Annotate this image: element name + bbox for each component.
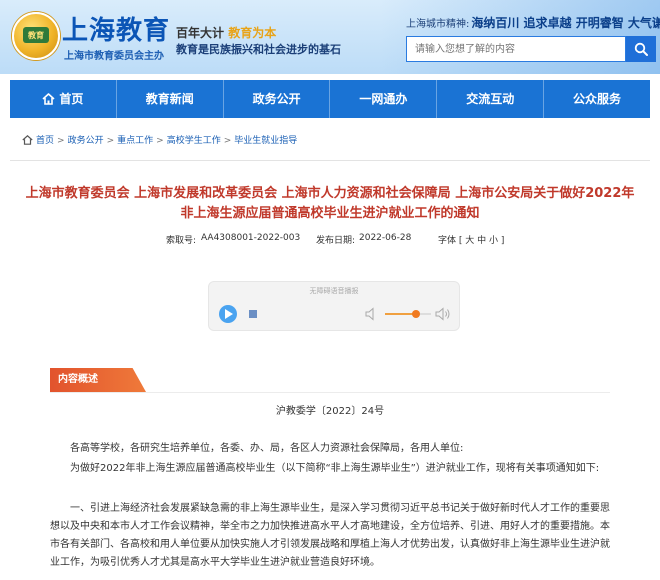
city-spirit-label: 上海城市精神: — [406, 19, 470, 30]
breadcrumb-item-home[interactable]: 首页 — [36, 136, 54, 146]
document-number: 沪教委学〔2022〕24号 — [275, 406, 385, 417]
breadcrumb: 首页 > 政务公开 > 重点工作 > 高校学生工作 > 毕业生就业指导 — [22, 133, 297, 146]
volume-handle[interactable] — [412, 310, 421, 318]
date-value: 2022-06-28 — [359, 233, 412, 243]
volume-low-icon — [365, 307, 374, 321]
font-size-switcher[interactable]: 字体 [ 大 中 小 ] — [438, 233, 504, 246]
volume-slider[interactable] — [385, 310, 431, 318]
breadcrumb-item-government-affairs[interactable]: 政务公开 — [68, 136, 104, 146]
city-spirit: 上海城市精神: 海纳百川 追求卓越 开明睿智 大气谦和 — [406, 14, 660, 31]
play-icon — [225, 309, 233, 319]
section-tag: 内容概述 — [50, 368, 146, 392]
site-subtitle: 上海市教育委员会主办 — [64, 51, 164, 62]
article-title: 上海市教育委员会 上海市发展和改革委员会 上海市人力资源和社会保障局 上海市公安… — [25, 186, 635, 221]
index-value: AA4308001-2022-003 — [201, 233, 301, 243]
nav-item-home[interactable]: 首页 — [10, 80, 117, 118]
breadcrumb-item-employment-guidance[interactable]: 毕业生就业指导 — [234, 136, 297, 146]
site-emblem-icon[interactable]: 教育 — [12, 12, 60, 60]
home-icon — [42, 93, 55, 105]
index-label: 索取号: — [166, 236, 197, 246]
breadcrumb-item-student-work[interactable]: 高校学生工作 — [167, 136, 221, 146]
breadcrumb-separator: > — [223, 136, 232, 146]
breadcrumb-item-key-work[interactable]: 重点工作 — [117, 136, 153, 146]
play-button[interactable] — [219, 305, 237, 323]
breadcrumb-separator: > — [156, 136, 164, 146]
search-box — [406, 36, 633, 62]
city-spirit-text: 海纳百川 追求卓越 开明睿智 大气谦和 — [471, 16, 660, 30]
site-header: 教育 上海教育 上海市教育委员会主办 百年大计 教育为本 教育是民族振兴和社会进… — [0, 0, 660, 74]
search-icon — [634, 42, 648, 56]
audio-player: 无障碍语音播报 — [208, 281, 460, 331]
slogan-line1: 百年大计 教育为本 — [176, 24, 276, 41]
breadcrumb-separator: > — [57, 136, 65, 146]
volume-high-icon — [435, 307, 450, 321]
nav-item-label: 首页 — [59, 92, 84, 106]
slogan-line2: 教育是民族振兴和社会进步的基石 — [176, 43, 341, 56]
emblem-text: 教育 — [23, 27, 49, 43]
nav-item-education-news[interactable]: 教育新闻 — [117, 80, 224, 118]
main-nav: 首页 教育新闻 政务公开 一网通办 交流互动 公众服务 — [10, 80, 650, 118]
nav-item-government-affairs[interactable]: 政务公开 — [224, 80, 331, 118]
stop-button[interactable] — [249, 310, 257, 318]
article-paragraph: 为做好2022年非上海生源应届普通高校毕业生（以下简称“非上海生源毕业生”）进沪… — [70, 463, 600, 474]
nav-item-one-stop-service[interactable]: 一网通办 — [330, 80, 438, 118]
site-title[interactable]: 上海教育 — [62, 10, 170, 47]
search-button[interactable] — [626, 36, 656, 62]
nav-item-public-service[interactable]: 公众服务 — [544, 80, 650, 118]
breadcrumb-separator: > — [106, 136, 115, 146]
slogan-prefix: 百年大计 — [176, 26, 229, 40]
audio-player-label: 无障碍语音播报 — [309, 287, 359, 295]
breadcrumb-divider — [10, 160, 650, 161]
slogan-highlight: 教育为本 — [228, 26, 277, 40]
search-input[interactable] — [407, 37, 633, 62]
article-paragraph: 各高等学校，各研究生培养单位，各委、办、局，各区人力资源社会保障局，各用人单位: — [70, 443, 464, 454]
nav-item-interaction[interactable]: 交流互动 — [437, 80, 545, 118]
date-label: 发布日期: — [316, 236, 356, 246]
article-paragraph: 一、引进上海经济社会发展紧缺急需的非上海生源毕业生，是深入学习贯彻习近平总书记关… — [50, 503, 610, 568]
section-divider — [50, 392, 610, 393]
breadcrumb-home-icon — [22, 135, 33, 145]
